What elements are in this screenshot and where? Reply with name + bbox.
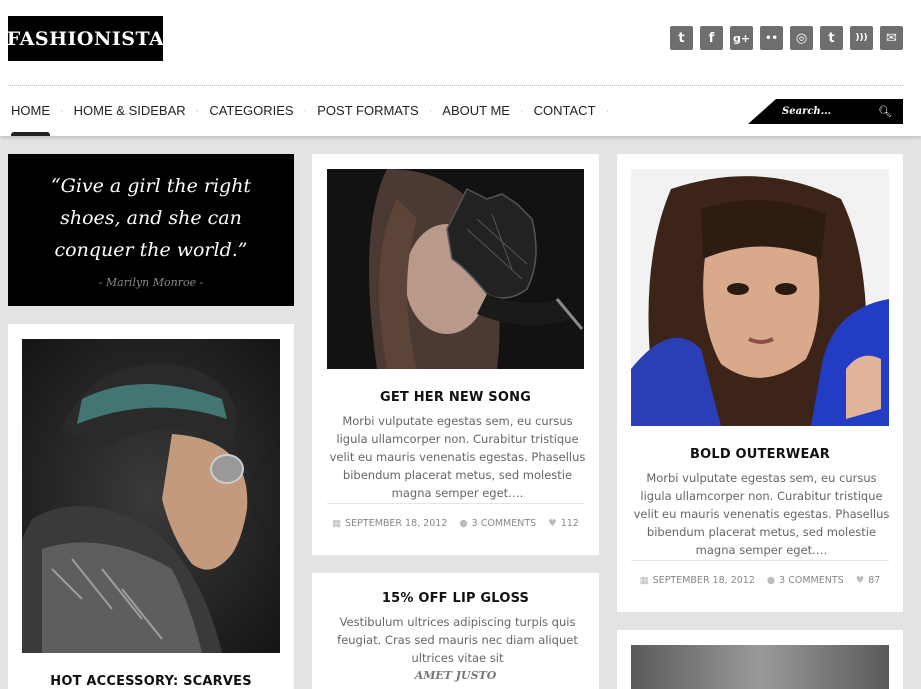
post-date: ▦ SEPTEMBER 18, 2012 xyxy=(640,575,755,586)
post-title[interactable]: BOLD OUTERWEAR xyxy=(617,447,903,462)
comment-icon: ● xyxy=(459,518,468,529)
search-box: 🔍︎ xyxy=(748,99,903,124)
post-card-outerwear: BOLD OUTERWEAR Morbi vulputate egestas s… xyxy=(617,154,903,612)
nav-separator: · xyxy=(303,105,308,117)
post-card-scarves: HOT ACCESSORY: SCARVES xyxy=(8,324,294,689)
nav-separator: · xyxy=(60,105,64,117)
site-header: FASHIONISTA t f g+ •• ◎ t ))) ✉ HOME · H… xyxy=(0,0,921,136)
quote-text: “Give a girl the right shoes, and she ca… xyxy=(50,175,252,261)
post-excerpt: Vestibulum ultrices adipiscing turpis qu… xyxy=(337,615,578,665)
post-card-next xyxy=(617,630,903,689)
search-icon[interactable]: 🔍︎ xyxy=(878,105,892,118)
site-logo[interactable]: FASHIONISTA xyxy=(7,16,164,61)
meta-divider xyxy=(631,560,889,561)
post-likes-count: 87 xyxy=(868,575,881,586)
nav-separator: · xyxy=(605,105,610,117)
post-meta: ▦ SEPTEMBER 18, 2012 ● 3 COMMENTS ♥ 87 xyxy=(617,575,903,586)
nav-item-about-me[interactable]: ABOUT ME xyxy=(442,96,510,126)
post-title[interactable]: GET HER NEW SONG xyxy=(312,390,599,405)
post-likes[interactable]: ♥ 112 xyxy=(548,518,579,529)
post-date: ▦ SEPTEMBER 18, 2012 xyxy=(332,518,447,529)
rss-icon[interactable]: ))) xyxy=(850,26,873,50)
calendar-icon: ▦ xyxy=(639,575,649,586)
post-card-lipgloss: 15% OFF LIP GLOSS Vestibulum ultrices ad… xyxy=(312,573,599,689)
post-title[interactable]: 15% OFF LIP GLOSS xyxy=(312,591,599,606)
post-image-outerwear[interactable] xyxy=(631,169,889,426)
twitter-icon[interactable]: t xyxy=(670,26,693,50)
heart-icon: ♥ xyxy=(548,518,557,529)
comment-icon: ● xyxy=(766,575,776,586)
flickr-icon[interactable]: •• xyxy=(760,26,783,50)
post-card-song: GET HER NEW SONG Morbi vulputate egestas… xyxy=(312,154,599,555)
heart-icon: ♥ xyxy=(855,575,865,586)
post-comments[interactable]: ● 3 COMMENTS xyxy=(459,518,536,529)
post-likes[interactable]: ♥ 87 xyxy=(856,575,881,586)
nav-item-contact[interactable]: CONTACT xyxy=(534,96,596,126)
post-excerpt: Morbi vulputate egestas sem, eu cursus l… xyxy=(329,414,586,500)
quote-card: “Give a girl the right shoes, and she ca… xyxy=(8,154,294,306)
main-nav: HOME · HOME & SIDEBAR · CATEGORIES · POS… xyxy=(8,96,619,136)
post-date-text: SEPTEMBER 18, 2012 xyxy=(345,518,448,529)
post-image-scarves[interactable] xyxy=(22,339,280,653)
search-input[interactable] xyxy=(782,106,872,117)
nav-item-home-sidebar[interactable]: HOME & SIDEBAR xyxy=(74,96,186,126)
nav-separator: · xyxy=(428,105,433,117)
social-icons: t f g+ •• ◎ t ))) ✉ xyxy=(670,26,903,50)
nav-separator: · xyxy=(195,105,200,117)
quote-author: - Marilyn Monroe - xyxy=(98,276,204,289)
post-date-text: SEPTEMBER 18, 2012 xyxy=(652,575,755,586)
post-comments-text: 3 COMMENTS xyxy=(779,575,844,586)
post-author: AMET JUSTO xyxy=(414,669,497,682)
nav-item-post-formats[interactable]: POST FORMATS xyxy=(317,96,418,126)
google-plus-icon[interactable]: g+ xyxy=(730,26,753,50)
post-comments-text: 3 COMMENTS xyxy=(471,518,537,529)
nav-item-home[interactable]: HOME xyxy=(11,96,50,136)
post-likes-count: 112 xyxy=(560,518,579,529)
nav-item-categories[interactable]: CATEGORIES xyxy=(209,96,293,126)
mail-icon[interactable]: ✉ xyxy=(880,26,903,50)
post-comments[interactable]: ● 3 COMMENTS xyxy=(767,575,844,586)
post-excerpt: Morbi vulputate egestas sem, eu cursus l… xyxy=(633,471,890,557)
nav-separator: · xyxy=(519,105,524,117)
post-image-song[interactable] xyxy=(327,169,584,369)
meta-divider xyxy=(327,503,584,504)
calendar-icon: ▦ xyxy=(332,518,342,529)
post-title[interactable]: HOT ACCESSORY: SCARVES xyxy=(8,674,294,689)
header-divider xyxy=(8,85,903,86)
post-meta: ▦ SEPTEMBER 18, 2012 ● 3 COMMENTS ♥ 112 xyxy=(312,518,599,529)
tumblr-icon[interactable]: t xyxy=(820,26,843,50)
dribbble-icon[interactable]: ◎ xyxy=(790,26,813,50)
post-image-next[interactable] xyxy=(631,645,889,689)
facebook-icon[interactable]: f xyxy=(700,26,723,50)
